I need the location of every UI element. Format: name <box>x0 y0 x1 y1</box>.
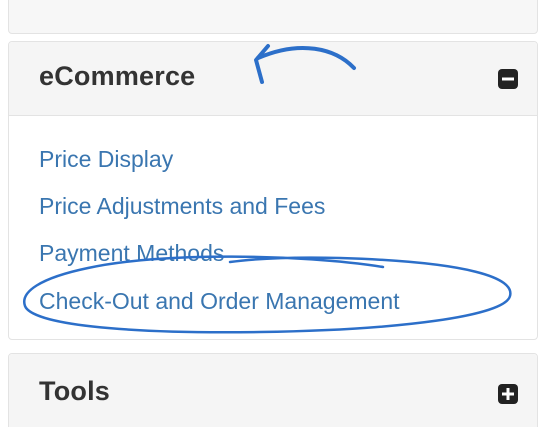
tools-panel-title: Tools <box>39 376 110 406</box>
page: eCommerce Price Display Price Adjustment… <box>0 0 541 427</box>
link-payment-methods[interactable]: Payment Methods <box>39 240 224 267</box>
previous-panel-edge <box>8 0 538 34</box>
plus-square-icon[interactable] <box>497 383 519 405</box>
ecommerce-panel: eCommerce Price Display Price Adjustment… <box>8 41 538 340</box>
minus-square-icon[interactable] <box>497 68 519 90</box>
ecommerce-panel-header[interactable]: eCommerce <box>9 42 537 116</box>
tools-panel-header[interactable]: Tools <box>9 354 537 427</box>
ecommerce-panel-title: eCommerce <box>39 61 196 91</box>
link-check-out-and-order-management[interactable]: Check-Out and Order Management <box>39 288 400 315</box>
tools-panel: Tools <box>8 353 538 427</box>
link-price-display[interactable]: Price Display <box>39 146 173 173</box>
link-price-adjustments-and-fees[interactable]: Price Adjustments and Fees <box>39 193 325 220</box>
